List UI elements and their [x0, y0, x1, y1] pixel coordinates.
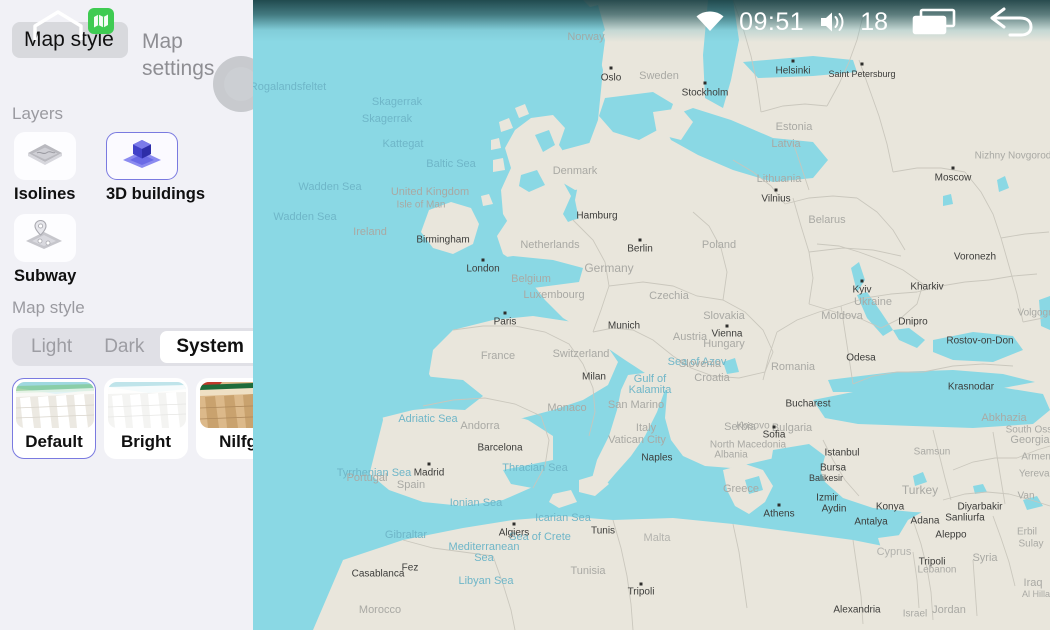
- theme-item-default[interactable]: Default: [12, 378, 96, 459]
- layer-label-3d-buildings: 3D buildings: [106, 185, 205, 203]
- theme-thumb-nilfgaard: [200, 382, 253, 428]
- layer-label-isolines: Isolines: [14, 185, 76, 203]
- home-outline-icon[interactable]: [30, 8, 86, 49]
- map-style-section-title: Map style: [12, 298, 85, 317]
- layers-section-title: Layers: [12, 104, 64, 123]
- theme-mode-segmented-wrap: Light Dark System: [0, 324, 253, 366]
- theme-name-default: Default: [25, 432, 83, 451]
- tab-dark[interactable]: Dark: [88, 331, 160, 363]
- panel-header: Map style Map settings: [0, 0, 253, 112]
- 3d-buildings-layer-icon: [120, 137, 164, 176]
- volume-level: 18: [860, 7, 888, 36]
- screen: Faroe IslandsRogalandsfeltetSkagerrakSka…: [0, 0, 1050, 630]
- layer-item-isolines[interactable]: Isolines: [14, 132, 106, 204]
- theme-name-bright: Bright: [120, 432, 172, 451]
- layer-item-subway[interactable]: Subway: [14, 214, 106, 286]
- theme-item-nilfgaard[interactable]: Nilfg: [196, 378, 253, 459]
- back-arrow-icon[interactable]: [984, 6, 1036, 38]
- map-app-icon[interactable]: [88, 8, 114, 34]
- layer-label-subway: Subway: [14, 267, 77, 285]
- theme-thumb-bright: [108, 382, 186, 428]
- status-bar: 09:51 18: [695, 0, 1050, 44]
- theme-item-bright[interactable]: Bright: [104, 378, 188, 459]
- map-style-panel: Map style Map settings Layers Isolines 3…: [0, 0, 253, 630]
- volume-icon[interactable]: [818, 9, 846, 35]
- 3d-buildings-tile[interactable]: [106, 132, 178, 180]
- subway-layer-icon: [24, 219, 66, 257]
- layer-item-3d-buildings[interactable]: 3D buildings: [106, 132, 205, 204]
- subway-tile[interactable]: [14, 214, 76, 262]
- layers-grid: Isolines 3D buildings Subway: [0, 130, 240, 296]
- map-canvas[interactable]: Faroe IslandsRogalandsfeltetSkagerrakSka…: [253, 0, 1050, 630]
- status-time: 09:51: [739, 7, 805, 36]
- isolines-tile[interactable]: [14, 132, 76, 180]
- theme-mode-segmented: Light Dark System: [12, 328, 253, 366]
- recents-icon[interactable]: [912, 7, 958, 37]
- theme-thumbnails-row: Default Bright Nilfg: [0, 366, 253, 459]
- map-geometry: [253, 0, 1050, 630]
- isolines-layer-icon: [25, 139, 65, 174]
- tab-light[interactable]: Light: [15, 331, 88, 363]
- tab-system[interactable]: System: [160, 331, 253, 363]
- wifi-icon: [695, 10, 725, 34]
- theme-thumb-default: [16, 382, 94, 428]
- theme-name-nilfgaard: Nilfg: [219, 432, 253, 451]
